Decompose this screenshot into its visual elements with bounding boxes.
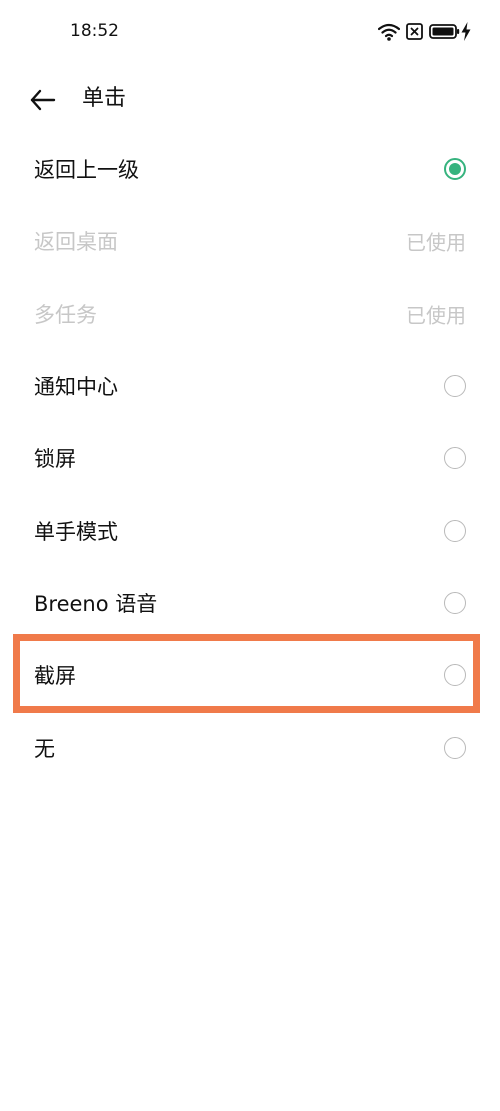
option-notification-center[interactable]: 通知中心 (0, 350, 500, 422)
wifi-icon (378, 23, 400, 41)
used-tag: 已使用 (406, 303, 466, 328)
status-icons (378, 20, 473, 44)
option-return-home: 返回桌面 已使用 (0, 205, 500, 277)
option-label: 多任务 (34, 302, 97, 327)
status-time: 18:52 (70, 21, 119, 41)
header: 单击 (0, 72, 500, 128)
option-label: 通知中心 (34, 375, 118, 400)
sim-disabled-icon (406, 23, 423, 40)
option-label: 单手模式 (34, 519, 118, 544)
option-screenshot[interactable]: 截屏 (0, 639, 500, 711)
options-list: 返回上一级 返回桌面 已使用 多任务 已使用 通知中心 锁屏 单手模式 Bree… (0, 133, 500, 784)
option-label: 返回上一级 (34, 158, 139, 183)
used-tag: 已使用 (406, 230, 466, 255)
option-label: 无 (34, 736, 55, 761)
option-label: 截屏 (34, 664, 76, 689)
option-breeno-voice[interactable]: Breeno 语音 (0, 567, 500, 639)
charging-icon (461, 22, 471, 41)
radio-selected-icon[interactable] (444, 158, 466, 181)
option-none[interactable]: 无 (0, 711, 500, 783)
battery-icon (429, 24, 460, 39)
radio-unselected-icon[interactable] (444, 519, 466, 542)
option-one-hand-mode[interactable]: 单手模式 (0, 494, 500, 566)
radio-unselected-icon[interactable] (444, 375, 466, 398)
option-label: Breeno 语音 (34, 591, 158, 616)
radio-unselected-icon[interactable] (444, 664, 466, 687)
radio-unselected-icon[interactable] (444, 736, 466, 759)
option-label: 返回桌面 (34, 230, 118, 255)
radio-unselected-icon[interactable] (444, 447, 466, 470)
status-bar: 18:52 (0, 0, 500, 62)
radio-unselected-icon[interactable] (444, 591, 466, 614)
option-multitask: 多任务 已使用 (0, 278, 500, 350)
arrow-left-icon (30, 89, 56, 111)
option-return-previous[interactable]: 返回上一级 (0, 133, 500, 205)
option-label: 锁屏 (34, 447, 76, 472)
back-button[interactable] (24, 80, 64, 120)
page-title: 单击 (82, 86, 127, 111)
option-lock-screen[interactable]: 锁屏 (0, 422, 500, 494)
